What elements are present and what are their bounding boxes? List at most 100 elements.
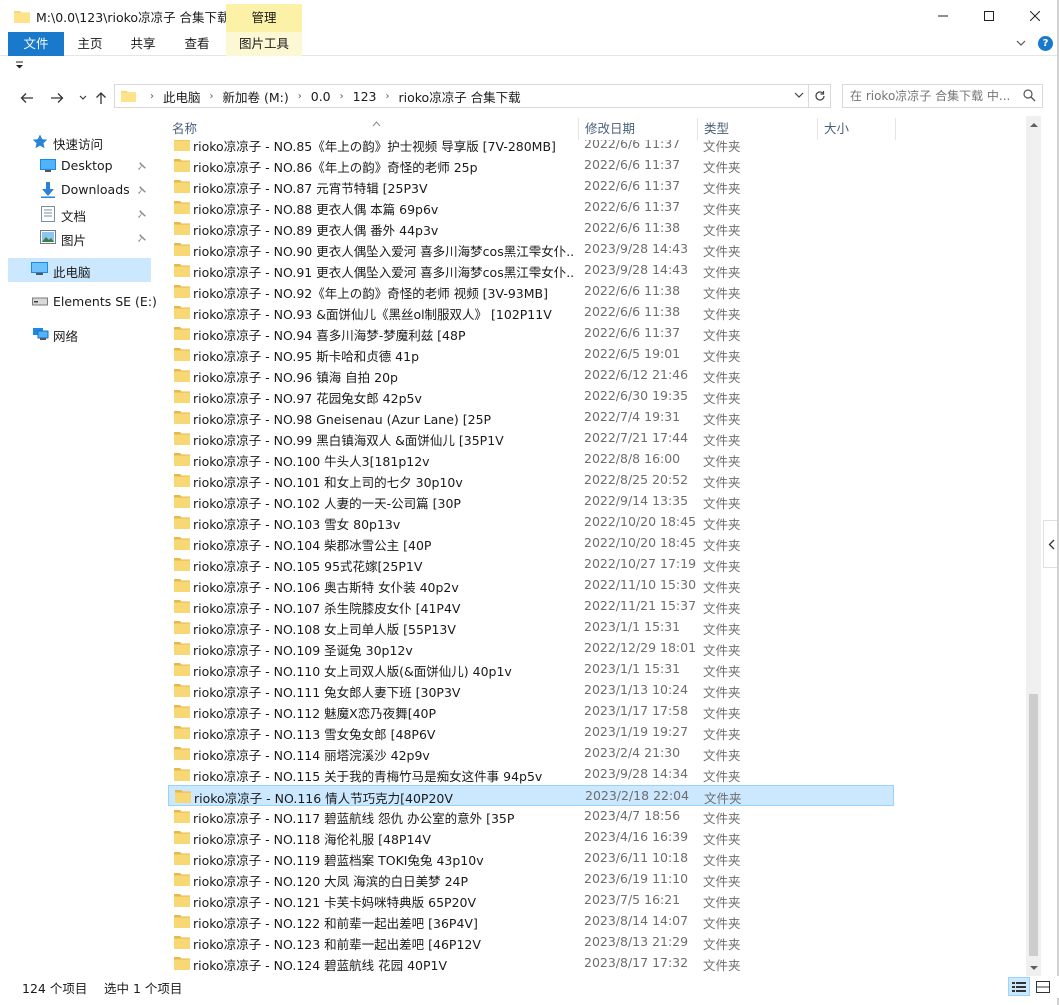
file-date: 2022/12/29 18:01 <box>584 640 697 655</box>
file-row[interactable]: rioko凉凉子 - NO.88 更衣人偶 本篇 69p6v 2022/6/6 1… <box>168 197 894 218</box>
file-row[interactable]: rioko凉凉子 - NO.115 关于我的青梅竹马是痴女这件事 94p5v 20… <box>168 764 894 785</box>
scroll-up-icon[interactable] <box>1026 116 1041 132</box>
file-row[interactable]: rioko凉凉子 - NO.95 斯卡哈和贞德 41p 2022/6/5 19:0… <box>168 344 894 365</box>
breadcrumb-folder-0-0[interactable]: 0.0 <box>311 89 331 104</box>
chevron-right-icon[interactable]: › <box>331 91 353 102</box>
file-row[interactable]: rioko凉凉子 - NO.86《年上の韵》奇怪的老师 25p 2022/6/6 … <box>168 155 894 176</box>
nav-quick-access[interactable]: 快速访问 <box>0 130 160 154</box>
pin-icon[interactable] <box>137 208 147 222</box>
file-row[interactable]: rioko凉凉子 - NO.122 和前辈一起出差吧 [36P4V] 2023/8… <box>168 911 894 932</box>
file-row[interactable]: rioko凉凉子 - NO.120 大凤 海滨的白日美梦 24P 2023/6/1… <box>168 869 894 890</box>
chevron-right-icon[interactable]: › <box>201 91 223 102</box>
maximize-button[interactable] <box>966 0 1012 32</box>
tab-view[interactable]: 查看 <box>172 32 222 56</box>
forward-button[interactable] <box>47 88 67 108</box>
breadcrumb-current-folder[interactable]: rioko凉凉子 合集下载 <box>399 87 521 106</box>
nav-network[interactable]: 网络 <box>0 322 160 346</box>
picture-icon <box>40 230 56 247</box>
minimize-button[interactable] <box>920 0 966 32</box>
back-button[interactable] <box>17 88 37 108</box>
pin-icon[interactable] <box>137 160 147 174</box>
file-row[interactable]: rioko凉凉子 - NO.91 更衣人偶坠入爱河 喜多川海梦cos黑江雫女仆.… <box>168 260 894 281</box>
file-row[interactable]: rioko凉凉子 - NO.107 杀生院膝皮女仆 [41P4V 2022/11/… <box>168 596 894 617</box>
tab-home[interactable]: 主页 <box>66 32 114 56</box>
arrow-left-icon <box>20 93 33 103</box>
file-row[interactable]: rioko凉凉子 - NO.85《年上の韵》护士视频 导享版 [7V-280MB… <box>168 140 894 155</box>
search-input[interactable] <box>843 85 1021 107</box>
file-row[interactable]: rioko凉凉子 - NO.109 圣诞兔 30p12v 2022/12/29 1… <box>168 638 894 659</box>
file-row[interactable]: rioko凉凉子 - NO.124 碧蓝航线 花园 40P1V 2023/8/17… <box>168 953 894 974</box>
file-row[interactable]: rioko凉凉子 - NO.114 丽塔浣溪沙 42p9v 2023/2/4 21… <box>168 743 894 764</box>
file-row[interactable]: rioko凉凉子 - NO.96 镇海 自拍 20p 2022/6/12 21:4… <box>168 365 894 386</box>
file-row[interactable]: rioko凉凉子 - NO.123 和前辈一起出差吧 [46P12V 2023/8… <box>168 932 894 953</box>
file-row[interactable]: rioko凉凉子 - NO.89 更衣人偶 番外 44p3v 2022/6/6 1… <box>168 218 894 239</box>
column-size[interactable]: 大小 <box>818 118 896 140</box>
file-row[interactable]: rioko凉凉子 - NO.93 &面饼仙儿《黑丝ol制服双人》 [102P11… <box>168 302 894 323</box>
tab-share[interactable]: 共享 <box>118 32 168 56</box>
tab-picture-tools[interactable]: 图片工具 <box>226 32 302 56</box>
file-row[interactable]: rioko凉凉子 - NO.101 和女上司的七夕 30p10v 2022/8/2… <box>168 470 894 491</box>
file-row[interactable]: rioko凉凉子 - NO.92《年上の韵》奇怪的老师 视频 [3V-93MB]… <box>168 281 894 302</box>
nav-documents[interactable]: 文档 <box>0 202 160 226</box>
file-row[interactable]: rioko凉凉子 - NO.117 碧蓝航线 怨仇 办公室的意外 [35P 202… <box>168 806 894 827</box>
file-row[interactable]: rioko凉凉子 - NO.98 Gneisenau (Azur Lane) [… <box>168 407 894 428</box>
column-type[interactable]: 类型 <box>698 118 818 140</box>
nav-this-pc[interactable]: 此电脑 <box>8 258 151 282</box>
close-button[interactable] <box>1012 0 1058 32</box>
file-row[interactable]: rioko凉凉子 - NO.110 女上司双人版(&面饼仙儿) 40p1v 202… <box>168 659 894 680</box>
file-row[interactable]: rioko凉凉子 - NO.112 魅魔X恋乃夜舞[40P 2023/1/17 1… <box>168 701 894 722</box>
refresh-button[interactable] <box>808 85 830 107</box>
chevron-right-icon[interactable]: › <box>289 91 311 102</box>
tab-file[interactable]: 文件 <box>8 32 64 56</box>
search-icon[interactable] <box>1023 89 1036 105</box>
scrollbar-thumb[interactable] <box>1029 694 1038 956</box>
file-row[interactable]: rioko凉凉子 - NO.106 奥古斯特 女仆装 40p2v 2022/11/… <box>168 575 894 596</box>
file-row[interactable]: rioko凉凉子 - NO.87 元宵节特辑 [25P3V 2022/6/6 11… <box>168 176 894 197</box>
vertical-scrollbar[interactable] <box>1026 116 1041 976</box>
file-row[interactable]: rioko凉凉子 - NO.116 情人节巧克力[40P20V 2023/2/18… <box>168 785 894 806</box>
file-row[interactable]: rioko凉凉子 - NO.97 花园兔女郎 42p5v 2022/6/30 19… <box>168 386 894 407</box>
file-row[interactable]: rioko凉凉子 - NO.121 卡芙卡妈咪特典版 65P20V 2023/7/… <box>168 890 894 911</box>
up-button[interactable] <box>91 88 111 108</box>
context-tab-manage[interactable]: 管理 <box>226 4 302 32</box>
breadcrumb-this-pc[interactable]: 此电脑 <box>163 87 201 106</box>
file-date: 2022/7/21 17:44 <box>584 430 689 445</box>
chevron-right-icon[interactable]: › <box>141 91 163 102</box>
breadcrumb-folder-123[interactable]: 123 <box>353 89 377 104</box>
file-row[interactable]: rioko凉凉子 - NO.94 喜多川海梦-梦魔利兹 [48P 2022/6/6… <box>168 323 894 344</box>
nav-downloads[interactable]: Downloads <box>0 178 160 202</box>
pin-icon[interactable] <box>137 184 147 198</box>
file-row[interactable]: rioko凉凉子 - NO.118 海伦礼服 [48P14V 2023/4/16 … <box>168 827 894 848</box>
chevron-right-icon[interactable]: › <box>377 91 399 102</box>
pin-icon[interactable] <box>137 232 147 246</box>
customize-toolbar-icon[interactable] <box>15 61 24 72</box>
file-row[interactable]: rioko凉凉子 - NO.104 柴郡冰雪公主 [40P 2022/10/20 … <box>168 533 894 554</box>
file-row[interactable]: rioko凉凉子 - NO.100 牛头人3[181p12v 2022/8/8 1… <box>168 449 894 470</box>
file-row[interactable]: rioko凉凉子 - NO.99 黑白镇海双人 &面饼仙儿 [35P1V 2022… <box>168 428 894 449</box>
breadcrumb-drive[interactable]: 新加卷 (M:) <box>223 87 289 106</box>
large-icons-view-button[interactable] <box>1032 977 1054 996</box>
nav-elements-drive[interactable]: Elements SE (E:) <box>0 290 160 314</box>
file-row[interactable]: rioko凉凉子 - NO.111 兔女郎人妻下班 [30P3V 2023/1/1… <box>168 680 894 701</box>
file-name: rioko凉凉子 - NO.115 关于我的青梅竹马是痴女这件事 94p5v <box>193 769 543 784</box>
file-row[interactable]: rioko凉凉子 - NO.105 95式花嫁[25P1V 2022/10/27 … <box>168 554 894 575</box>
address-bar[interactable]: › 此电脑 › 新加卷 (M:) › 0.0 › 123 › rioko凉凉子 … <box>114 84 831 108</box>
file-row[interactable]: rioko凉凉子 - NO.102 人妻的一天-公司篇 [30P 2022/9/1… <box>168 491 894 512</box>
address-history-icon[interactable] <box>794 89 804 103</box>
chevron-down-icon[interactable] <box>1016 37 1026 51</box>
file-type: 文件夹 <box>703 832 741 847</box>
file-row[interactable]: rioko凉凉子 - NO.103 雪女 80p13v 2022/10/20 18… <box>168 512 894 533</box>
recent-locations-button[interactable] <box>73 88 93 108</box>
nav-desktop[interactable]: Desktop <box>0 154 160 178</box>
file-row[interactable]: rioko凉凉子 - NO.90 更衣人偶坠入爱河 喜多川海梦cos黑江雫女仆.… <box>168 239 894 260</box>
column-name[interactable]: 名称 <box>166 118 579 140</box>
column-date[interactable]: 修改日期 <box>579 118 698 140</box>
file-row[interactable]: rioko凉凉子 - NO.108 女上司单人版 [55P13V 2023/1/1… <box>168 617 894 638</box>
nav-label: Desktop <box>61 158 113 173</box>
scroll-down-icon[interactable] <box>1026 960 1041 976</box>
file-row[interactable]: rioko凉凉子 - NO.113 雪女兔女郎 [48P6V 2023/1/19 … <box>168 722 894 743</box>
details-view-button[interactable] <box>1008 977 1030 996</box>
nav-pictures[interactable]: 图片 <box>0 226 160 250</box>
help-icon[interactable]: ? <box>1038 36 1053 51</box>
file-row[interactable]: rioko凉凉子 - NO.119 碧蓝档案 TOKI兔兔 43p10v 2023… <box>168 848 894 869</box>
